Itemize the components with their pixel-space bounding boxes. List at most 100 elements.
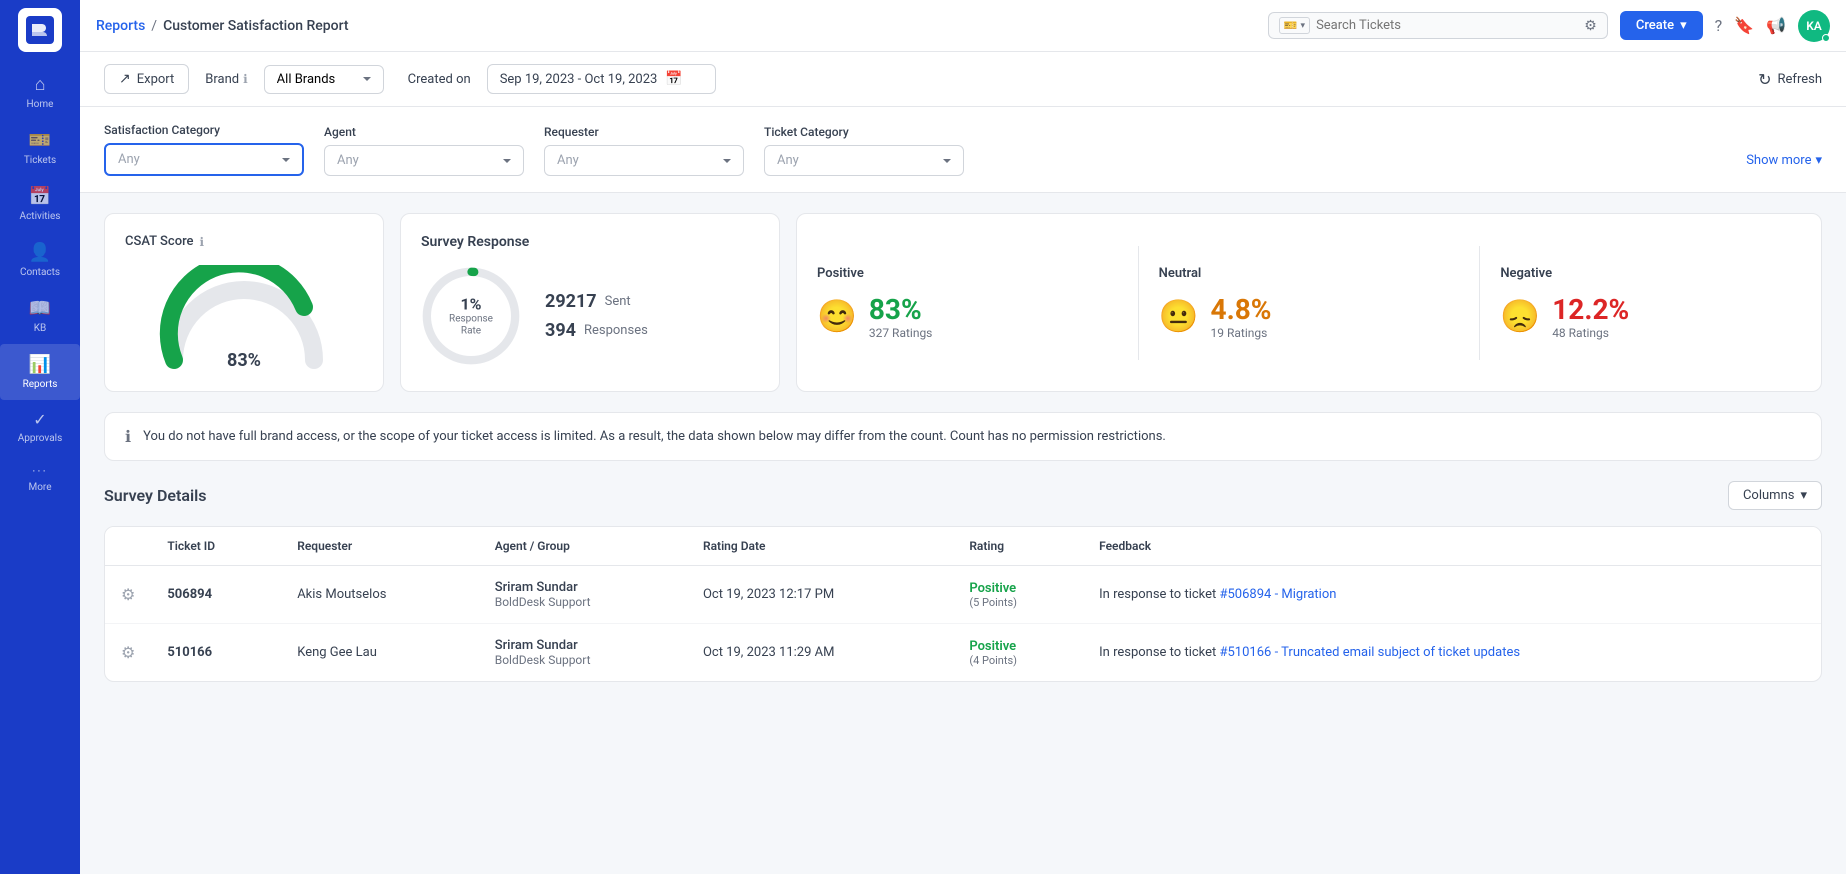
topbar: Reports / Customer Satisfaction Report 🎫…: [80, 0, 1846, 52]
table-header-row: Ticket ID Requester Agent / Group Rating…: [105, 527, 1821, 566]
export-button[interactable]: ↗ Export: [104, 64, 189, 94]
contacts-icon: 👤: [29, 242, 51, 263]
help-icon[interactable]: ?: [1715, 16, 1723, 35]
reports-icon: 📊: [29, 354, 51, 375]
survey-details-section: Survey Details Columns ▾ Ticket ID Reque…: [104, 481, 1822, 682]
create-button-label: Create: [1636, 18, 1674, 33]
search-area[interactable]: 🎫 ▾ ⚙: [1268, 12, 1608, 39]
avatar-initials: KA: [1806, 19, 1822, 33]
sent-stat: 29217 Sent: [545, 291, 648, 312]
row-agent-group: Sriram Sundar BoldDesk Support: [479, 624, 687, 682]
requester-label: Requester: [544, 125, 744, 139]
breadcrumb: Reports / Customer Satisfaction Report: [96, 18, 1256, 34]
survey-response-content: 1% ResponseRate 29217 Sent 394 Responses: [421, 266, 759, 366]
negative-ratings: 48 Ratings: [1552, 326, 1629, 340]
col-header-rating: Rating: [953, 527, 1083, 566]
feedback-link[interactable]: #510166 - Truncated email subject of tic…: [1220, 645, 1521, 660]
csat-info-icon: ℹ: [200, 235, 205, 249]
responses-count: 394: [545, 320, 576, 341]
row-action-icon[interactable]: ⚙: [105, 624, 151, 682]
row-rating-date: Oct 19, 2023 12:17 PM: [687, 566, 953, 624]
satisfaction-category-label: Satisfaction Category: [104, 123, 304, 137]
tickets-icon: 🎫: [29, 130, 51, 151]
donut-label: 1% ResponseRate: [449, 295, 493, 338]
brand-info-icon: ℹ: [243, 72, 248, 86]
bookmark-icon[interactable]: 🔖: [1734, 16, 1754, 35]
table-body: ⚙ 506894 Akis Moutselos Sriram Sundar Bo…: [105, 566, 1821, 682]
sidebar-item-home[interactable]: ⌂ Home: [0, 64, 80, 120]
more-icon: ···: [32, 464, 47, 478]
ticket-category-filter: Ticket Category Any: [764, 125, 964, 176]
avatar[interactable]: KA: [1798, 10, 1830, 42]
sidebar-item-reports[interactable]: 📊 Reports: [0, 344, 80, 400]
col-header-requester: Requester: [281, 527, 479, 566]
create-chevron-icon: ▾: [1680, 18, 1687, 33]
row-agent-group: Sriram Sundar BoldDesk Support: [479, 566, 687, 624]
search-mode-icon: 🎫 ▾: [1279, 17, 1310, 34]
show-more-button[interactable]: Show more ▾: [1746, 153, 1822, 176]
brand-select[interactable]: All Brands: [264, 65, 384, 94]
col-header-actions: [105, 527, 151, 566]
response-rate-label: ResponseRate: [449, 314, 493, 338]
survey-response-title: Survey Response: [421, 234, 759, 250]
table-row: ⚙ 510166 Keng Gee Lau Sriram Sundar Bold…: [105, 624, 1821, 682]
search-input[interactable]: [1316, 18, 1578, 33]
sidebar-item-home-label: Home: [27, 99, 54, 110]
neutral-pct: 4.8%: [1211, 293, 1272, 326]
row-requester: Keng Gee Lau: [281, 624, 479, 682]
sidebar-item-kb[interactable]: 📖 KB: [0, 288, 80, 344]
sidebar-item-approvals-label: Approvals: [18, 433, 62, 444]
sidebar-item-tickets-label: Tickets: [24, 155, 56, 166]
approvals-icon: ✓: [33, 410, 46, 429]
date-range-picker[interactable]: Sep 19, 2023 - Oct 19, 2023 📅: [487, 64, 716, 94]
action-bar: ↗ Export Brand ℹ All Brands Created on S…: [80, 52, 1846, 107]
filter-icon[interactable]: ⚙: [1584, 18, 1597, 34]
negative-content: 😞 12.2% 48 Ratings: [1500, 293, 1801, 340]
columns-chevron-icon: ▾: [1800, 488, 1807, 503]
response-rate-pct: 1%: [449, 295, 493, 314]
create-button[interactable]: Create ▾: [1620, 11, 1703, 40]
col-header-agent-group: Agent / Group: [479, 527, 687, 566]
sidebar: ⌂ Home 🎫 Tickets 📅 Activities 👤 Contacts…: [0, 0, 80, 874]
ticket-category-select[interactable]: Any: [764, 145, 964, 176]
sidebar-item-tickets[interactable]: 🎫 Tickets: [0, 120, 80, 176]
show-more-label: Show more: [1746, 153, 1811, 168]
refresh-label: Refresh: [1778, 72, 1822, 87]
csat-card: CSAT Score ℹ 83%: [104, 213, 384, 392]
positive-label: Positive: [817, 266, 1118, 281]
satisfaction-category-select[interactable]: Any: [104, 143, 304, 176]
notification-icon[interactable]: 📢: [1766, 16, 1786, 35]
refresh-button[interactable]: ↻ Refresh: [1758, 70, 1822, 89]
survey-response-card: Survey Response 1% ResponseRate: [400, 213, 780, 392]
feedback-link[interactable]: #506894 - Migration: [1220, 587, 1337, 602]
ticket-category-label: Ticket Category: [764, 125, 964, 139]
row-ticket-id: 510166: [151, 624, 281, 682]
agent-select[interactable]: Any: [324, 145, 524, 176]
sidebar-item-activities[interactable]: 📅 Activities: [0, 176, 80, 232]
sidebar-item-approvals[interactable]: ✓ Approvals: [0, 400, 80, 454]
agent-label: Agent: [324, 125, 524, 139]
row-action-icon[interactable]: ⚙: [105, 566, 151, 624]
filters-row: Satisfaction Category Any Agent Any Requ…: [80, 107, 1846, 193]
row-feedback: In response to ticket #510166 - Truncate…: [1083, 624, 1821, 682]
sidebar-item-kb-label: KB: [34, 323, 47, 334]
negative-sentiment: Negative 😞 12.2% 48 Ratings: [1480, 246, 1821, 360]
sidebar-item-more[interactable]: ··· More: [0, 454, 80, 503]
sentiment-section: Positive 😊 83% 327 Ratings Neutral 😐: [796, 213, 1822, 392]
col-header-feedback: Feedback: [1083, 527, 1821, 566]
neutral-content: 😐 4.8% 19 Ratings: [1159, 293, 1460, 340]
app-logo[interactable]: [18, 8, 62, 52]
requester-select[interactable]: Any: [544, 145, 744, 176]
sent-label: Sent: [605, 294, 631, 309]
breadcrumb-reports-link[interactable]: Reports: [96, 18, 145, 34]
columns-button[interactable]: Columns ▾: [1728, 481, 1822, 510]
home-icon: ⌂: [35, 74, 46, 95]
sidebar-item-contacts-label: Contacts: [20, 267, 60, 278]
date-range-value: Sep 19, 2023 - Oct 19, 2023: [500, 72, 658, 87]
positive-face-icon: 😊: [817, 297, 857, 335]
survey-details-table-container: Ticket ID Requester Agent / Group Rating…: [104, 526, 1822, 682]
row-rating-date: Oct 19, 2023 11:29 AM: [687, 624, 953, 682]
calendar-icon: 📅: [665, 71, 682, 87]
sidebar-item-contacts[interactable]: 👤 Contacts: [0, 232, 80, 288]
metrics-section: CSAT Score ℹ 83% Survey Response: [80, 193, 1846, 412]
